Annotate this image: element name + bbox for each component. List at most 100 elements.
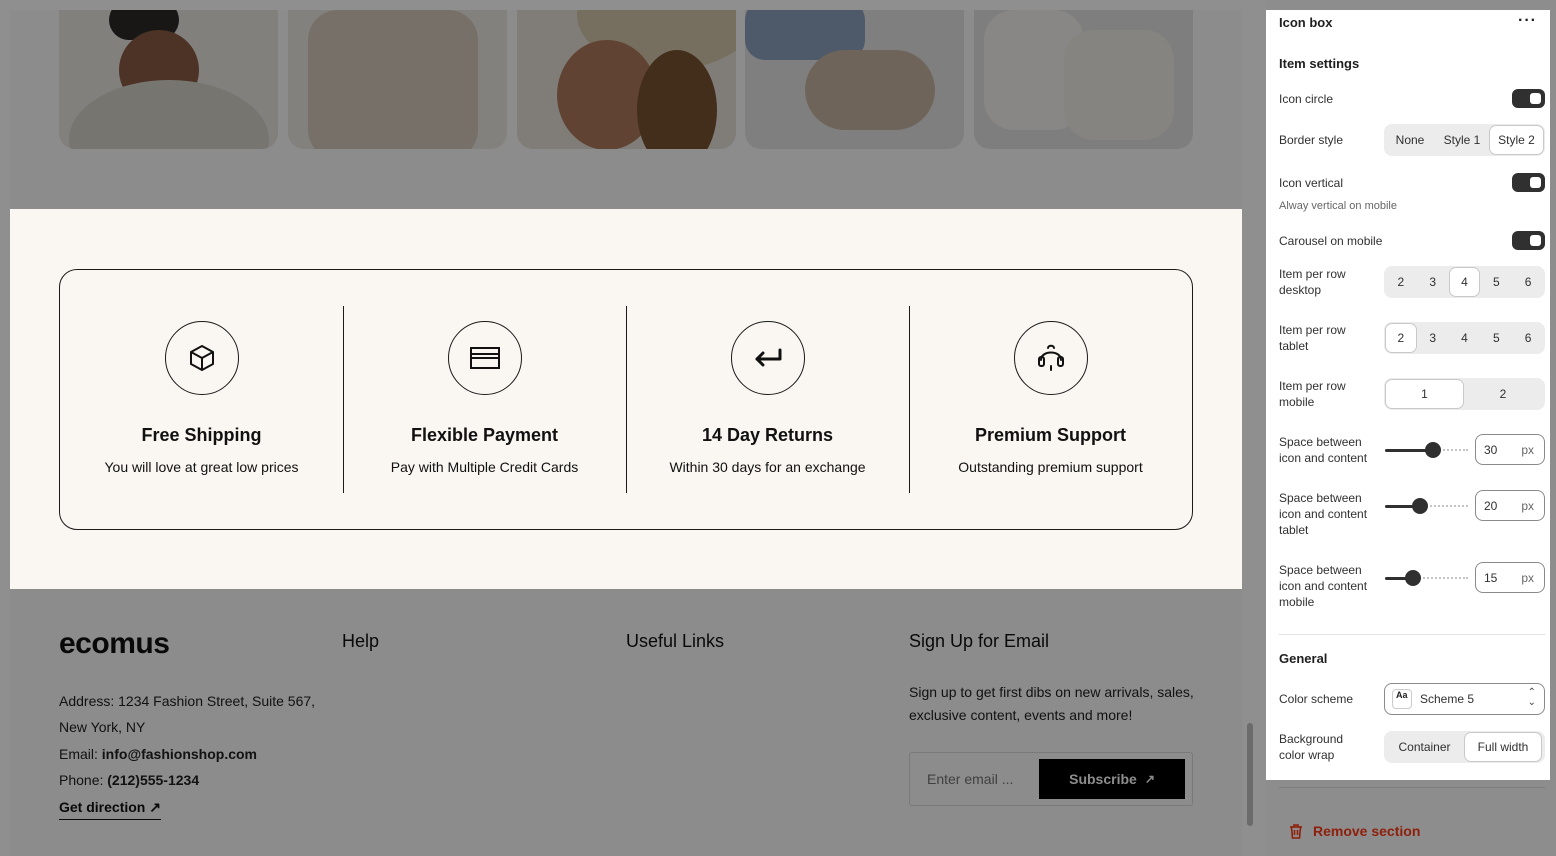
- store-preview: Free Shipping You will love at great low…: [10, 10, 1242, 856]
- row-option[interactable]: 3: [1418, 324, 1448, 352]
- subscribe-label: Subscribe: [1069, 771, 1137, 787]
- remove-section-label: Remove section: [1313, 823, 1421, 839]
- mobile-row-option[interactable]: 1: [1386, 380, 1463, 408]
- divider: [1279, 787, 1545, 788]
- row-option[interactable]: 4: [1449, 268, 1480, 296]
- row-option[interactable]: 5: [1481, 268, 1511, 296]
- icon-vertical-toggle[interactable]: [1512, 173, 1545, 192]
- row-option[interactable]: 3: [1418, 268, 1448, 296]
- settings-panel: Icon box ··· Item settings Icon circle B…: [1266, 10, 1550, 780]
- space-tablet-input[interactable]: 20 px: [1475, 490, 1545, 521]
- bg-wrap-segmented: Container Full width: [1384, 731, 1545, 763]
- credit-card-icon: [447, 321, 522, 395]
- row-option[interactable]: 5: [1481, 324, 1511, 352]
- icon-box-description: Outstanding premium support: [958, 459, 1143, 475]
- more-options-icon[interactable]: ···: [1518, 12, 1537, 30]
- general-label: General: [1279, 651, 1328, 666]
- color-scheme-select[interactable]: Aa Scheme 5 ⌃ ⌄: [1384, 683, 1545, 715]
- border-style-segmented: None Style 1 Style 2: [1384, 124, 1545, 156]
- row-option[interactable]: 2: [1386, 324, 1416, 352]
- per-row-mobile-setting: Item per row mobile 1 2: [1279, 378, 1545, 410]
- bg-wrap-setting: Background color wrap Container Full widt…: [1279, 731, 1545, 763]
- slider-knob[interactable]: [1405, 570, 1421, 586]
- space-desktop-input[interactable]: 30 px: [1475, 434, 1545, 465]
- icon-circle-setting: Icon circle: [1279, 89, 1545, 109]
- icon-box-title: Flexible Payment: [410, 425, 559, 445]
- icon-box-item: 14 Day Returns Within 30 days for an exc…: [626, 270, 909, 529]
- icon-box-description: Pay with Multiple Credit Cards: [390, 459, 579, 475]
- color-scheme-label: Color scheme: [1279, 692, 1354, 706]
- icon-vertical-hint: Alway vertical on mobile: [1279, 200, 1397, 212]
- border-option-style2[interactable]: Style 2: [1490, 126, 1543, 154]
- space-desktop-slider[interactable]: [1385, 440, 1468, 460]
- border-option-none[interactable]: None: [1386, 126, 1434, 154]
- scheme-swatch-icon: Aa: [1392, 689, 1412, 709]
- image-gallery: [10, 10, 1242, 209]
- icon-box-description: You will love at great low prices: [104, 459, 299, 475]
- email-line: Email: info@fashionshop.com: [59, 746, 257, 762]
- icon-circle-toggle[interactable]: [1512, 89, 1545, 108]
- icon-circle-label: Icon circle: [1279, 92, 1334, 106]
- icon-box-item: Flexible Payment Pay with Multiple Credi…: [343, 270, 626, 529]
- per-row-desktop-segmented: 2 3 4 5 6: [1384, 266, 1545, 298]
- phone-link[interactable]: (212)555-1234: [107, 772, 199, 788]
- phone-line: Phone: (212)555-1234: [59, 772, 199, 788]
- gallery-image[interactable]: [745, 10, 964, 149]
- subscribe-button[interactable]: Subscribe ↗: [1039, 759, 1185, 799]
- space-mobile-slider[interactable]: [1385, 568, 1468, 588]
- mobile-row-option[interactable]: 2: [1465, 380, 1541, 408]
- email-form: Subscribe ↗: [909, 752, 1193, 806]
- chevron-updown-icon: ⌃ ⌄: [1527, 687, 1536, 708]
- row-option[interactable]: 6: [1513, 268, 1543, 296]
- bg-wrap-option-container[interactable]: Container: [1386, 733, 1463, 761]
- arrow-up-right-icon: ↗: [1144, 772, 1155, 786]
- color-scheme-value: Scheme 5: [1420, 692, 1475, 706]
- per-row-mobile-segmented: 1 2: [1384, 378, 1545, 410]
- slider-knob[interactable]: [1425, 442, 1441, 458]
- icon-box-title: Premium Support: [974, 425, 1126, 445]
- border-style-label: Border style: [1279, 133, 1344, 147]
- item-settings-label: Item settings: [1279, 56, 1360, 71]
- bg-wrap-option-full-width[interactable]: Full width: [1465, 733, 1541, 761]
- footer-heading-useful-links: Useful Links: [626, 631, 725, 651]
- gallery-image[interactable]: [517, 10, 736, 149]
- headset-icon: [1013, 321, 1088, 395]
- row-option[interactable]: 6: [1513, 324, 1543, 352]
- brand-logo[interactable]: ecomus: [59, 627, 170, 661]
- slider-knob[interactable]: [1412, 498, 1428, 514]
- signup-description: Sign up to get first dibs on new arrival…: [909, 684, 1194, 723]
- icon-vertical-setting: Icon vertical: [1279, 173, 1545, 193]
- email-label: Email:: [59, 746, 98, 762]
- space-mobile-setting: Space between icon and content mobile 15 px: [1279, 562, 1545, 610]
- icon-box-section[interactable]: Free Shipping You will love at great low…: [10, 209, 1242, 589]
- email-input[interactable]: [927, 771, 1027, 787]
- carousel-mobile-label: Carousel on mobile: [1279, 234, 1383, 248]
- get-direction-link[interactable]: Get direction ↗: [59, 799, 161, 820]
- remove-section-button[interactable]: Remove section: [1289, 823, 1420, 839]
- space-tablet-slider[interactable]: [1385, 496, 1468, 516]
- per-row-desktop-setting: Item per row desktop 2 3 4 5 6: [1279, 266, 1545, 298]
- icon-box-title: 14 Day Returns: [701, 425, 834, 445]
- row-option[interactable]: 2: [1386, 268, 1416, 296]
- space-desktop-setting: Space between icon and content 30 px: [1279, 434, 1545, 482]
- gallery-image[interactable]: [974, 10, 1193, 149]
- return-arrow-icon: [730, 321, 805, 395]
- gallery-image[interactable]: [59, 10, 278, 149]
- panel-title: Icon box: [1279, 15, 1333, 30]
- address-line: Address: 1234 Fashion Street, Suite 567,: [59, 693, 316, 709]
- border-option-style1[interactable]: Style 1: [1436, 126, 1488, 154]
- trash-icon: [1290, 824, 1302, 839]
- divider: [1279, 634, 1545, 635]
- email-link[interactable]: info@fashionshop.com: [102, 746, 257, 762]
- preview-scrollbar-thumb[interactable]: [1247, 723, 1253, 826]
- carousel-mobile-toggle[interactable]: [1512, 231, 1545, 250]
- per-row-tablet-segmented: 2 3 4 5 6: [1384, 322, 1545, 354]
- gallery-image[interactable]: [288, 10, 507, 149]
- icon-box-description: Within 30 days for an exchange: [669, 459, 866, 475]
- row-option[interactable]: 4: [1450, 324, 1480, 352]
- color-scheme-setting: Color scheme Aa Scheme 5 ⌃ ⌄: [1279, 683, 1545, 715]
- icon-vertical-label: Icon vertical: [1279, 176, 1344, 190]
- icon-box-item: Free Shipping You will love at great low…: [60, 270, 343, 529]
- space-mobile-input[interactable]: 15 px: [1475, 562, 1545, 593]
- address-line: New York, NY: [59, 719, 146, 735]
